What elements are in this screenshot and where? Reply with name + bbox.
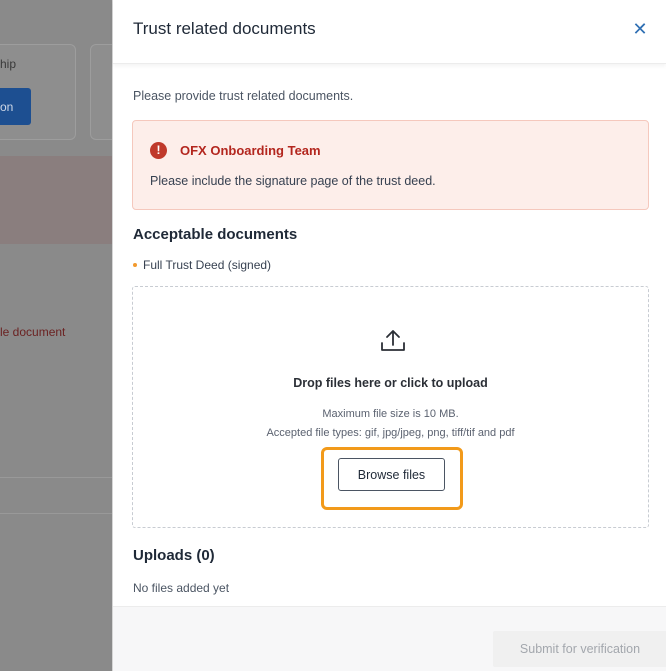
acceptable-document-label: Full Trust Deed (signed): [143, 258, 272, 272]
alert-title: OFX Onboarding Team: [180, 143, 321, 158]
background-document-text: le document: [0, 325, 66, 339]
accepted-file-types-text: Accepted file types: gif, jpg/jpeg, png,…: [266, 427, 515, 439]
background-page-overlay: hip on le document: [0, 0, 112, 671]
onboarding-alert: ! OFX Onboarding Team Please include the…: [132, 120, 649, 210]
bullet-icon: [133, 262, 137, 267]
background-divider: [0, 477, 112, 478]
file-dropzone[interactable]: Drop files here or click to upload Maxim…: [132, 286, 649, 528]
background-divider: [0, 513, 112, 514]
close-icon[interactable]: ✕: [630, 19, 650, 39]
acceptable-document-item: Full Trust Deed (signed): [133, 258, 271, 272]
drawer-footer: Submit for verification: [113, 606, 666, 671]
alert-message: Please include the signature page of the…: [150, 174, 436, 188]
background-alert-area: [0, 156, 112, 244]
background-card-secondary: [90, 44, 112, 140]
drawer-intro-text: Please provide trust related documents.: [133, 89, 354, 103]
submit-for-verification-button[interactable]: Submit for verification: [493, 631, 666, 667]
max-file-size-text: Maximum file size is 10 MB.: [322, 408, 459, 420]
upload-icon: [381, 330, 405, 351]
exclamation-icon: !: [150, 142, 167, 159]
background-card-text: hip: [0, 57, 17, 71]
uploads-empty-text: No files added yet: [133, 581, 230, 595]
uploads-heading: Uploads (0): [133, 547, 215, 564]
browse-files-button[interactable]: Browse files: [338, 458, 445, 491]
trust-documents-drawer: Trust related documents ✕ Please provide…: [112, 0, 666, 671]
drawer-title: Trust related documents: [133, 19, 316, 38]
background-button-label: on: [0, 100, 14, 114]
dropzone-title: Drop files here or click to upload: [293, 376, 488, 390]
acceptable-documents-heading: Acceptable documents: [133, 226, 298, 243]
drawer-header: Trust related documents ✕: [113, 0, 666, 64]
